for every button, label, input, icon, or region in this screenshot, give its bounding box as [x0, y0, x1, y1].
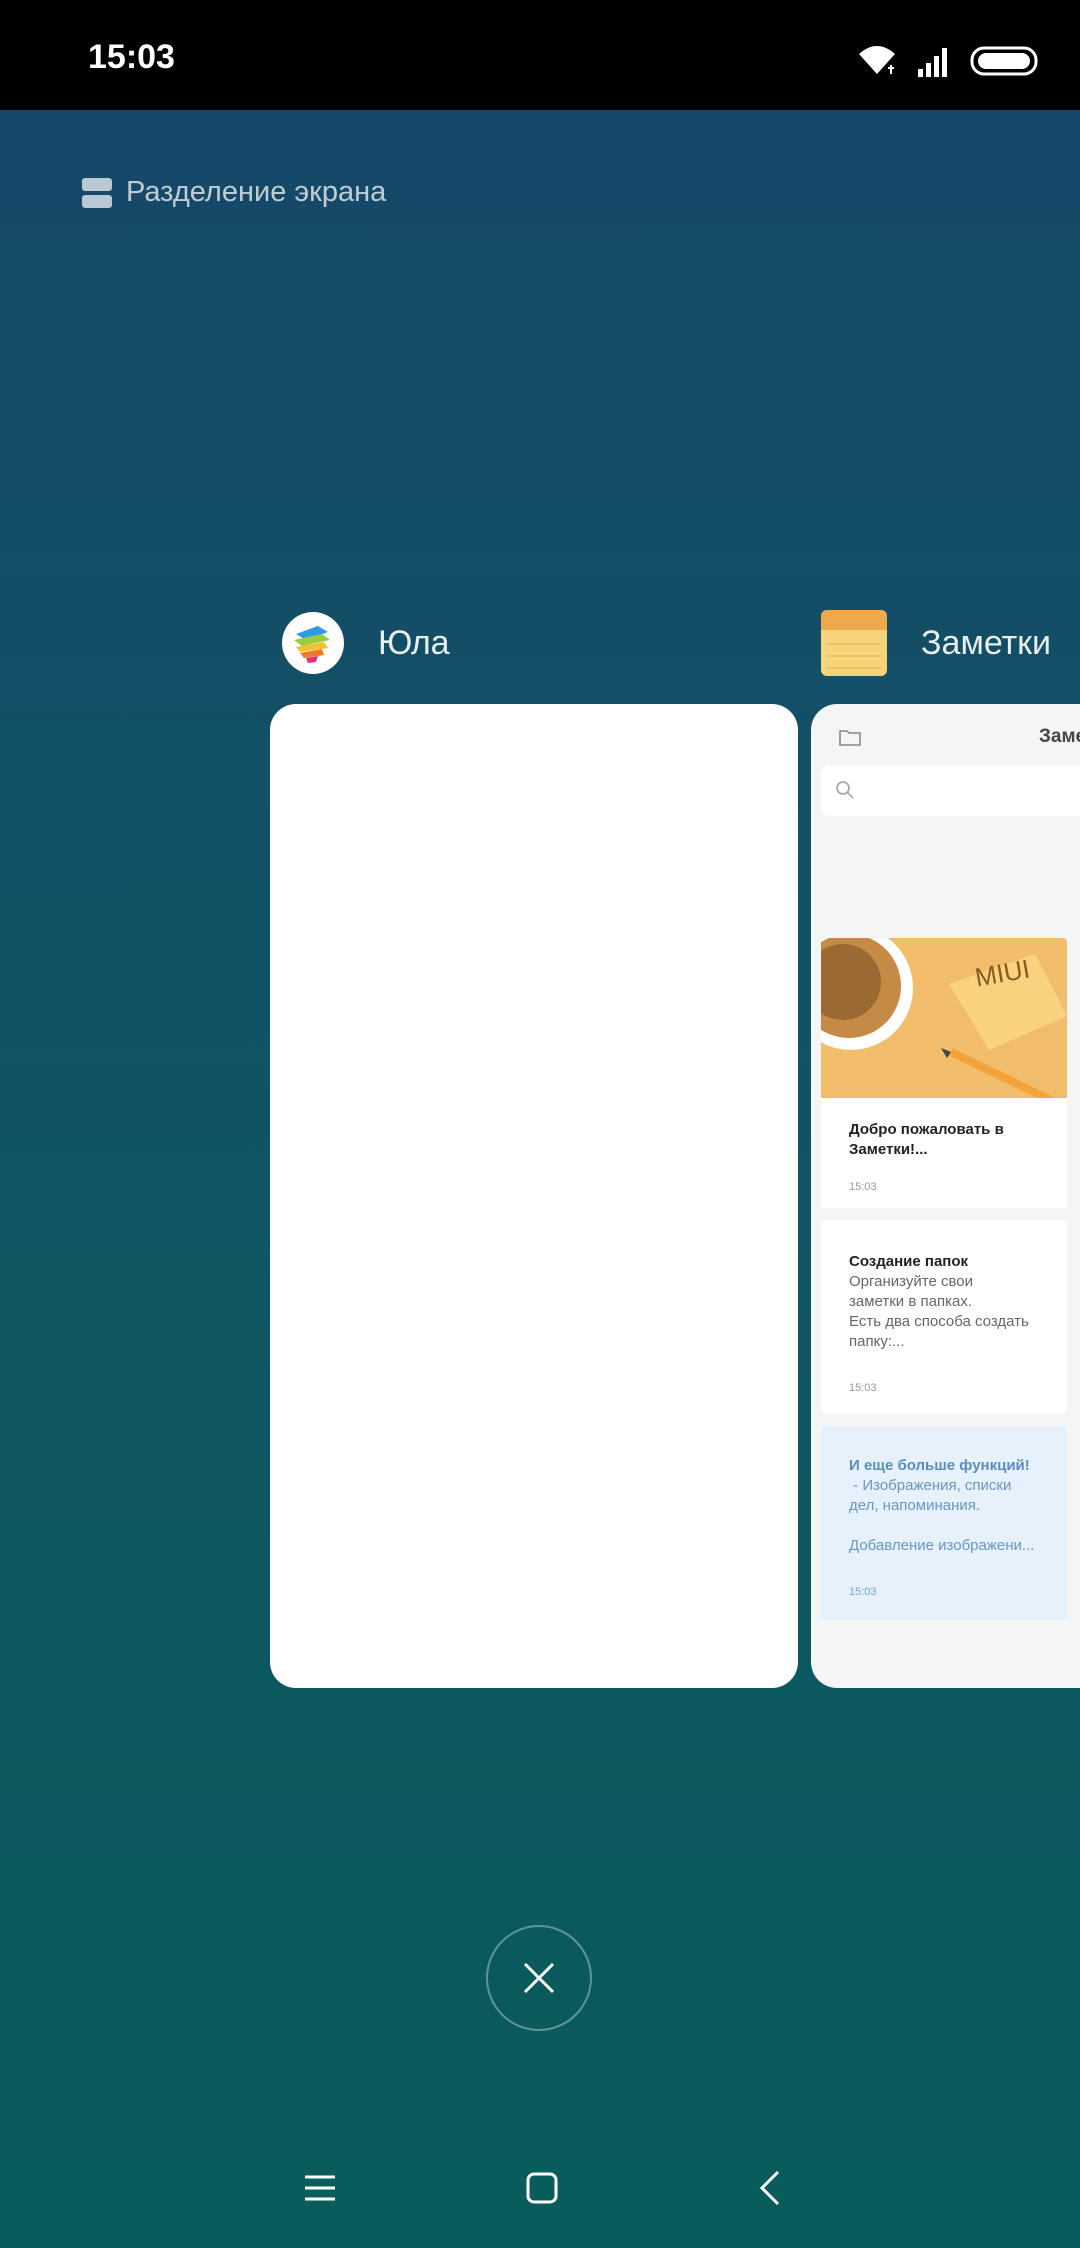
note-body-line: Есть два способа создать — [849, 1313, 1029, 1330]
note-body-line: Организуйте свои — [849, 1273, 973, 1290]
note-title: Создание папок — [849, 1253, 969, 1270]
menu-icon — [305, 2175, 335, 2201]
note-card: MIUI Добро пожаловать в Заметки!... 15:0… — [821, 938, 1067, 1208]
note-time: 15:03 — [849, 1181, 877, 1193]
status-time: 15:03 — [88, 38, 175, 76]
note-title: Добро пожаловать в Заметки!... — [849, 1121, 1004, 1158]
status-icons — [854, 44, 1040, 78]
app-header-notes[interactable]: Заметки — [821, 610, 1051, 676]
app-card-yula[interactable] — [270, 704, 798, 1688]
note-time: 15:03 — [849, 1382, 877, 1394]
notes-header-title: Заме — [1039, 726, 1080, 747]
note-body-line: заметки в папках. — [849, 1293, 972, 1310]
note-card: И еще больше функций! - Изображения, спи… — [821, 1426, 1067, 1620]
home-button[interactable] — [522, 2168, 562, 2208]
battery-icon — [970, 46, 1038, 76]
note-time: 15:03 — [849, 1586, 877, 1598]
note-body-line: дел, напоминания. — [849, 1497, 981, 1514]
search-icon — [836, 781, 854, 799]
app-card-notes[interactable]: Заме MIUI Добро пожаловать в Заметки!...… — [811, 704, 1080, 1688]
split-screen-button[interactable]: Разделение экрана — [82, 176, 386, 209]
app-name-yula: Юла — [378, 623, 450, 662]
app-header-yula[interactable]: Юла — [282, 612, 450, 674]
split-screen-label: Разделение экрана — [126, 176, 387, 208]
yula-app-icon — [282, 612, 344, 674]
folder-icon — [839, 730, 861, 746]
home-icon — [526, 2172, 558, 2204]
note-body-line: папку:... — [849, 1333, 905, 1350]
back-icon — [759, 2170, 780, 2206]
navigation-bar — [0, 2118, 1080, 2248]
notes-header: Заме — [811, 704, 1080, 764]
status-bar: 15:03 — [0, 0, 1080, 110]
note-body-line: - Изображения, списки — [849, 1477, 1012, 1494]
notes-search-bar — [821, 766, 1080, 816]
note-title: И еще больше функций! — [849, 1457, 1030, 1474]
close-all-button[interactable] — [486, 1925, 592, 2031]
wifi-icon — [859, 46, 895, 74]
notes-app-icon — [821, 610, 887, 676]
close-icon — [523, 1962, 555, 1994]
note-card: Создание папок Организуйте свои заметки … — [821, 1220, 1067, 1414]
split-screen-icon — [82, 177, 112, 208]
note-body-line: Добавление изображени... — [849, 1537, 1035, 1554]
note-cover-image — [821, 938, 1067, 1098]
app-name-notes: Заметки — [921, 623, 1052, 662]
recents-screen: Разделение экрана Юла Заметки Зам MIUI Д… — [0, 110, 1080, 2248]
menu-button[interactable] — [300, 2168, 340, 2208]
back-button[interactable] — [750, 2168, 790, 2208]
signal-icon — [918, 48, 947, 77]
